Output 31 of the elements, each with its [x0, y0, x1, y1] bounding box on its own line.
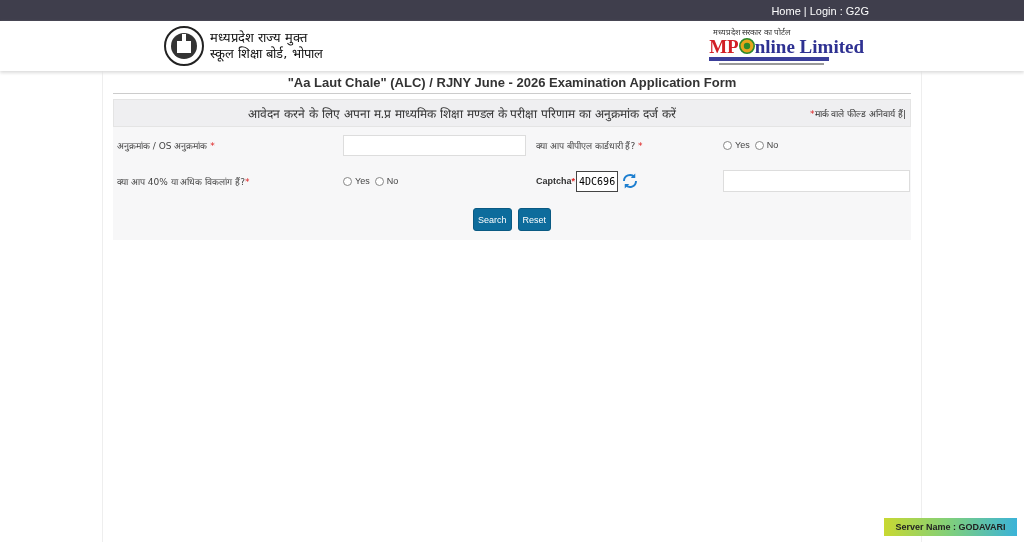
refresh-icon[interactable]	[621, 172, 640, 190]
logo-text: MP	[709, 36, 739, 56]
field-label: अनुक्रमांक / OS अनुक्रमांक *	[117, 139, 216, 152]
radio-label: Yes	[735, 140, 750, 150]
search-button[interactable]: Search	[472, 208, 512, 231]
nav-link[interactable]: Home |	[771, 4, 807, 17]
radio-label: No	[766, 140, 779, 150]
radio-button[interactable]	[723, 140, 732, 150]
instruction-text: आवेदन करने के लिए अपना म.प्र माध्यमिक शिक्षा मण्डल के परीक्षा परिणाम का अनुक्रमांक दर्ज करें	[247, 105, 677, 122]
radio-label: Yes	[355, 176, 370, 186]
radio-label: No	[386, 176, 399, 186]
board-name: मध्यप्रदेश राज्य मुक्त	[210, 30, 308, 46]
radio-button[interactable]	[754, 140, 764, 150]
form-title: "Aa Laut Chale" (ALC) / RJNY June - 2026 Examination Application Form	[113, 73, 911, 94]
radio-button[interactable]	[343, 176, 352, 186]
reset-button[interactable]: Reset	[517, 208, 551, 231]
field-label: क्या आप बीपीएल कार्डधारी हैं? *	[536, 139, 644, 152]
captcha-image: 4DC696	[576, 170, 619, 192]
logo-text: nline Limited	[754, 36, 864, 56]
nav-link[interactable]: Login : G2G	[809, 4, 869, 17]
radio-button[interactable]	[374, 176, 384, 186]
field-label: क्या आप 40% या अधिक विकलांग हैं?*	[117, 175, 251, 188]
captcha-field[interactable]	[723, 170, 910, 192]
emblem-icon	[164, 26, 204, 66]
mandatory-note: *मार्क वाले फील्ड अनिवार्य हैं|	[810, 107, 907, 120]
globe-icon	[738, 38, 755, 54]
board-name: स्कूल शिक्षा बोर्ड, भोपाल	[210, 46, 323, 62]
captcha-label: Captcha*	[536, 176, 576, 186]
portal-tagline: मध्यप्रदेश सरकार का पोर्टल	[713, 27, 790, 37]
roll-number-field[interactable]	[343, 134, 526, 156]
server-name-badge: Server Name : GODAVARI	[884, 518, 1017, 536]
